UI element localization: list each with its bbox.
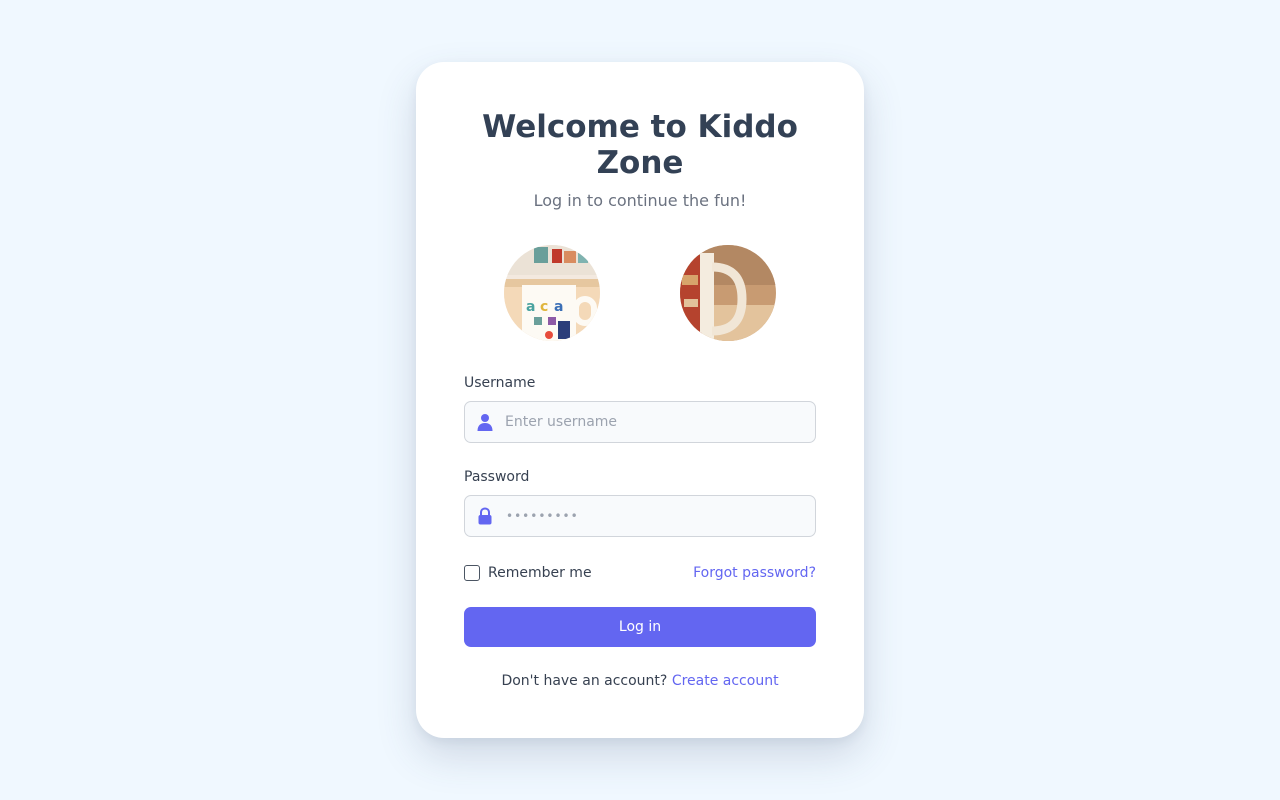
password-label: Password — [464, 469, 530, 485]
avatar-mug-handle — [680, 245, 776, 341]
user-icon — [477, 414, 493, 431]
svg-text:a: a — [526, 299, 535, 315]
svg-text:c: c — [540, 299, 548, 315]
lock-icon — [478, 507, 492, 525]
svg-text:a: a — [554, 299, 563, 315]
page-subtitle: Log in to continue the fun! — [533, 191, 747, 210]
remember-me[interactable]: Remember me — [464, 565, 592, 581]
avatar-row: a c a — [464, 245, 816, 341]
login-card: Welcome to Kiddo Zone Log in to continue… — [416, 62, 864, 738]
forgot-password-link[interactable]: Forgot password? — [693, 565, 816, 581]
password-input[interactable]: ••••••••• — [506, 507, 579, 525]
signup-prompt: Don't have an account? Create account — [464, 673, 816, 689]
signup-prompt-text: Don't have an account? — [501, 673, 668, 689]
username-field[interactable] — [464, 401, 816, 443]
create-account-link[interactable]: Create account — [672, 673, 779, 689]
remember-me-label: Remember me — [488, 565, 592, 581]
avatar-mug-alphabet: a c a — [504, 245, 600, 341]
remember-me-checkbox[interactable] — [464, 565, 480, 581]
login-options: Remember me Forgot password? — [464, 563, 816, 583]
login-button[interactable]: Log in — [464, 607, 816, 647]
username-label: Username — [464, 375, 536, 391]
username-input[interactable] — [505, 402, 805, 442]
password-field[interactable]: ••••••••• — [464, 495, 816, 537]
page-title: Welcome to Kiddo Zone — [482, 109, 798, 181]
